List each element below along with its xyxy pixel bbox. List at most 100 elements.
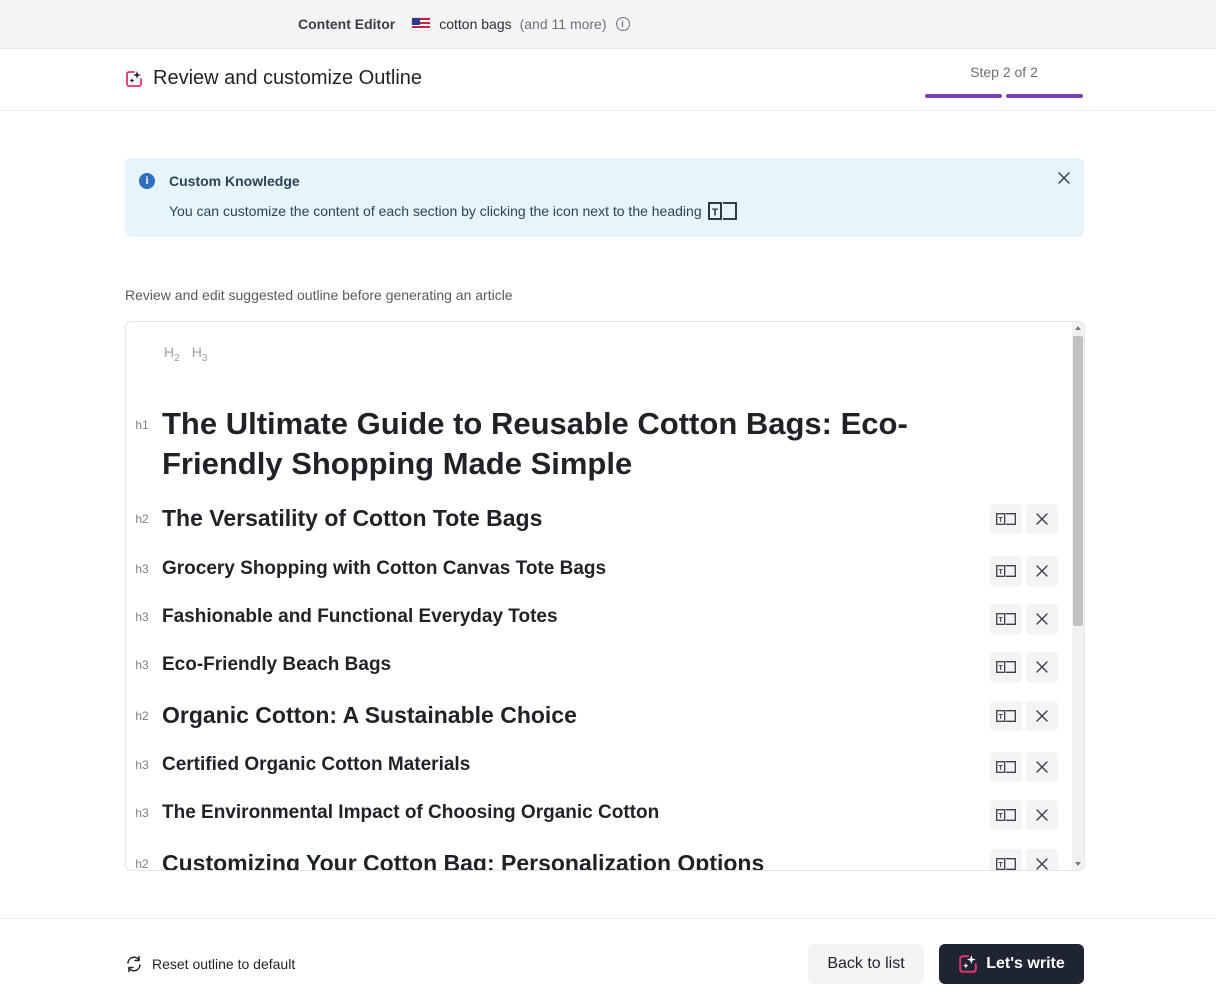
custom-knowledge-icon: T [996,858,1016,870]
svg-text:T: T [999,617,1004,624]
outline-heading[interactable]: Organic Cotton: A Sustainable Choice [162,700,577,730]
custom-knowledge-button[interactable]: T [990,652,1022,682]
remove-heading-button[interactable] [1026,800,1058,830]
heading-level: h3 [135,562,149,576]
outline-heading[interactable]: Eco-Friendly Beach Bags [162,652,391,678]
top-bar: Content Editor cotton bags (and 11 more)… [0,0,1216,49]
close-icon [1036,809,1048,821]
keyword-label: cotton bags [439,16,512,32]
heading-level: h3 [135,610,149,624]
h2-button[interactable]: H2 [164,344,180,364]
remove-heading-button[interactable] [1026,701,1058,731]
outline-heading[interactable]: The Ultimate Guide to Reusable Cotton Ba… [162,404,982,484]
custom-knowledge-icon: T [707,202,737,220]
h2-button-letter: H [164,344,175,360]
heading-level: h3 [135,758,149,772]
heading-level: h2 [135,512,149,526]
svg-text:T: T [999,813,1004,820]
outline-hint: Review and edit suggested outline before… [125,287,513,303]
custom-knowledge-button[interactable]: T [990,504,1022,534]
svg-text:T: T [999,569,1004,576]
alert-text: You can customize the content of each se… [169,203,702,219]
custom-knowledge-icon: T [996,513,1016,525]
row-actions: T [990,504,1058,534]
outline-editor[interactable]: H2 H3 h1 The Ultimate Guide to Reusable … [125,321,1085,871]
outline-heading[interactable]: Certified Organic Cotton Materials [162,752,470,778]
reset-outline-label: Reset outline to default [152,956,296,972]
more-keywords-label[interactable]: (and 11 more) [520,16,607,32]
svg-text:T: T [999,665,1004,672]
remove-heading-button[interactable] [1026,652,1058,682]
outline-row: h1 The Ultimate Guide to Reusable Cotton… [126,404,1072,490]
row-actions: T [990,652,1058,682]
info-icon[interactable]: i [615,17,630,31]
outline-row: h2 The Versatility of Cotton Tote Bags T [126,503,1072,537]
heading-level: h1 [135,418,149,432]
close-icon [1036,858,1048,870]
custom-knowledge-icon: T [996,613,1016,625]
ai-sparkle-icon [959,955,978,973]
outline-heading[interactable]: The Environmental Impact of Choosing Org… [162,800,659,826]
h3-button[interactable]: H3 [192,344,208,364]
ai-sparkle-icon [126,70,142,87]
outline-heading[interactable]: Customizing Your Cotton Bag: Personaliza… [162,848,764,870]
outline-row: h3 Grocery Shopping with Cotton Canvas T… [126,556,1072,586]
custom-knowledge-alert: i Custom Knowledge You can customize the… [125,158,1084,237]
remove-heading-button[interactable] [1026,849,1058,870]
remove-heading-button[interactable] [1026,604,1058,634]
svg-text:T: T [712,208,718,219]
custom-knowledge-button[interactable]: T [990,701,1022,731]
custom-knowledge-button[interactable]: T [990,752,1022,782]
close-icon [1036,661,1048,673]
progress-step-1 [925,94,1002,98]
progress-step-2 [1006,94,1083,98]
remove-heading-button[interactable] [1026,752,1058,782]
custom-knowledge-icon: T [996,761,1016,773]
reset-outline-button[interactable]: Reset outline to default [125,955,295,973]
heading-level: h3 [135,806,149,820]
heading-level: h2 [135,857,149,871]
row-actions: T [990,701,1058,731]
remove-heading-button[interactable] [1026,504,1058,534]
step-progress [925,94,1083,98]
scrollbar-thumb[interactable] [1073,336,1083,626]
custom-knowledge-button[interactable]: T [990,800,1022,830]
app-name[interactable]: Content Editor [298,16,395,32]
h3-button-sub: 3 [201,352,208,364]
outline-heading[interactable]: Fashionable and Functional Everyday Tote… [162,604,558,630]
close-icon[interactable] [1057,171,1071,185]
heading-level: h2 [135,709,149,723]
remove-heading-button[interactable] [1026,556,1058,586]
scroll-down-arrow[interactable] [1075,862,1081,866]
footer-bar: Reset outline to default Back to list Le… [0,918,1216,989]
close-icon [1036,613,1048,625]
refresh-icon [127,955,141,973]
outline-row: h3 Fashionable and Functional Everyday T… [126,604,1072,634]
svg-text:T: T [999,517,1004,524]
close-icon [1036,710,1048,722]
title-group: Review and customize Outline [125,67,422,90]
close-icon [1036,513,1048,525]
custom-knowledge-button[interactable]: T [990,849,1022,870]
lets-write-label: Let's write [986,955,1065,972]
row-actions: T [990,604,1058,634]
step-indicator: Step 2 of 2 [970,64,1038,80]
lets-write-button[interactable]: Let's write [939,944,1084,984]
scroll-up-arrow[interactable] [1075,326,1081,330]
alert-title: Custom Knowledge [169,173,300,189]
outline-heading[interactable]: The Versatility of Cotton Tote Bags [162,503,542,533]
alert-text-row: You can customize the content of each se… [169,202,738,220]
custom-knowledge-button[interactable]: T [990,556,1022,586]
close-icon [1036,761,1048,773]
custom-knowledge-icon: T [996,809,1016,821]
back-to-list-button[interactable]: Back to list [808,944,924,984]
custom-knowledge-button[interactable]: T [990,604,1022,634]
svg-text:T: T [999,765,1004,772]
outline-heading[interactable]: Grocery Shopping with Cotton Canvas Tote… [162,556,606,582]
outline-row: h3 Certified Organic Cotton Materials T [126,752,1072,782]
h3-button-letter: H [191,344,202,360]
info-circle-icon: i [139,173,155,189]
h2-button-sub: 2 [174,352,180,364]
scrollbar[interactable] [1072,322,1084,870]
page-header: Review and customize Outline Step 2 of 2 [0,49,1216,111]
